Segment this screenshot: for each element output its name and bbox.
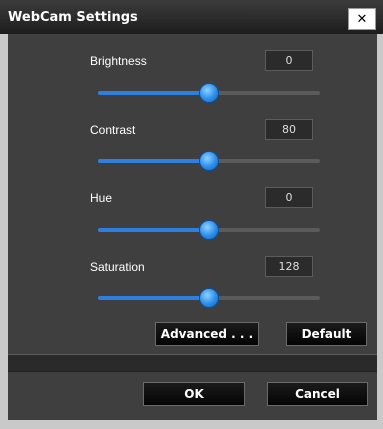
- contrast-slider[interactable]: [98, 151, 320, 171]
- default-button[interactable]: Default: [286, 322, 367, 346]
- close-icon: ✕: [356, 11, 368, 27]
- saturation-value[interactable]: 128: [265, 256, 313, 277]
- title-bar[interactable]: WebCam Settings ✕: [0, 0, 383, 34]
- settings-panel: Brightness 0 Contrast 80 Hue 0 Saturatio…: [8, 34, 377, 354]
- saturation-label: Saturation: [90, 260, 145, 274]
- slider-fill: [98, 159, 209, 163]
- contrast-label: Contrast: [90, 123, 136, 137]
- brightness-slider[interactable]: [98, 83, 320, 103]
- ok-button[interactable]: OK: [143, 382, 245, 406]
- close-button[interactable]: ✕: [348, 8, 376, 30]
- brightness-label: Brightness: [90, 54, 147, 68]
- slider-fill: [98, 91, 209, 95]
- contrast-value[interactable]: 80: [265, 119, 313, 140]
- hue-slider[interactable]: [98, 220, 320, 240]
- cancel-button[interactable]: Cancel: [267, 382, 368, 406]
- hue-value[interactable]: 0: [265, 187, 313, 208]
- window-bottom-edge: [8, 420, 377, 429]
- advanced-button[interactable]: Advanced . . .: [155, 322, 259, 346]
- slider-thumb[interactable]: [199, 288, 219, 308]
- saturation-slider[interactable]: [98, 288, 320, 308]
- slider-thumb[interactable]: [199, 151, 219, 171]
- slider-fill: [98, 228, 209, 232]
- window-title: WebCam Settings: [8, 10, 138, 25]
- webcam-settings-window: WebCam Settings ✕ Brightness 0 Contrast …: [0, 0, 383, 429]
- slider-thumb[interactable]: [199, 220, 219, 240]
- hue-label: Hue: [90, 191, 113, 205]
- brightness-value[interactable]: 0: [265, 50, 313, 71]
- slider-fill: [98, 296, 209, 300]
- slider-thumb[interactable]: [199, 83, 219, 103]
- panel-divider: [8, 354, 377, 372]
